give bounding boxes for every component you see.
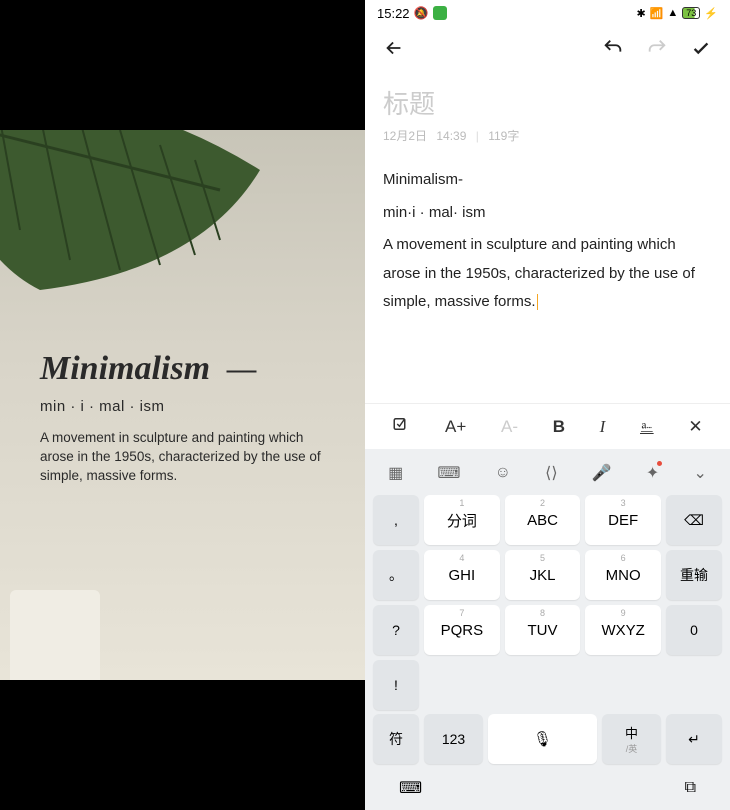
undo-button[interactable] — [602, 37, 624, 64]
photo-title: Minimalism — [40, 350, 210, 388]
system-nav: ⌨ ⧉ — [371, 768, 724, 808]
reference-photo-panel: Minimalism — min · i · mal · ism A movem… — [0, 0, 365, 810]
key-4[interactable]: 4GHI — [424, 550, 500, 600]
font-decrease-button[interactable]: A- — [501, 417, 518, 437]
key-period[interactable]: 。 — [373, 550, 419, 600]
keyboard: ▦ ⌨ ☺ ⟨⟩ 🎤 ✦ ⌄ , 1分词 2ABC 3DEF ⌫ 。 4GHI … — [365, 449, 730, 810]
key-9[interactable]: 9WXYZ — [585, 605, 661, 655]
charging-icon: ⚡ — [704, 7, 718, 20]
key-backspace[interactable]: ⌫ — [666, 495, 722, 545]
font-increase-button[interactable]: A+ — [445, 417, 466, 437]
text-cursor — [537, 294, 539, 310]
kb-keyboard-icon[interactable]: ⌨ — [437, 463, 460, 483]
bold-button[interactable]: B — [553, 417, 565, 437]
body-line: A movement in sculpture and painting whi… — [383, 231, 712, 317]
key-6[interactable]: 6MNO — [585, 550, 661, 600]
bluetooth-icon: ✱ — [636, 7, 645, 20]
key-comma[interactable]: , — [373, 495, 419, 545]
note-meta: 12月2日 14:39 | 119字 — [383, 127, 712, 144]
kb-collapse-icon[interactable]: ⌄ — [693, 463, 706, 483]
wifi-icon: ▲ — [667, 7, 678, 19]
photo-definition: A movement in sculpture and painting whi… — [40, 429, 335, 486]
key-symbols[interactable]: 符 — [373, 714, 419, 764]
close-toolbar-button[interactable]: ✕ — [688, 417, 702, 437]
italic-button[interactable]: I — [600, 417, 606, 437]
key-exclaim[interactable]: ! — [373, 660, 419, 710]
body-line: Minimalism- — [383, 166, 712, 195]
kb-mic-icon[interactable]: 🎤 — [592, 463, 612, 483]
key-space[interactable]: 🎙 — [488, 714, 597, 764]
top-bar — [365, 26, 730, 74]
note-body[interactable]: Minimalism- min·i · mal· ism A movement … — [365, 150, 730, 403]
key-2[interactable]: 2ABC — [505, 495, 581, 545]
mic-small-icon: 🎙 — [533, 730, 552, 748]
leaf-graphic — [0, 130, 280, 330]
mute-icon: 🔕 — [414, 6, 429, 20]
photo: Minimalism — min · i · mal · ism A movem… — [0, 130, 365, 680]
ime-switch-icon[interactable]: ⌨ — [399, 778, 422, 798]
app-badge-icon — [433, 6, 447, 20]
status-bar: 15:22 🔕 ✱ 📶 ▲ 73 ⚡ — [365, 0, 730, 26]
key-3[interactable]: 3DEF — [585, 495, 661, 545]
key-1[interactable]: 1分词 — [424, 495, 500, 545]
key-language[interactable]: 中/英 — [602, 714, 661, 764]
battery-indicator: 73 — [682, 7, 700, 19]
redo-button[interactable] — [646, 37, 668, 64]
note-app: 15:22 🔕 ✱ 📶 ▲ 73 ⚡ 标题 — [365, 0, 730, 810]
meta-time: 14:39 — [436, 129, 466, 143]
kb-emoji-icon[interactable]: ☺ — [495, 464, 511, 482]
photo-pronunciation: min · i · mal · ism — [40, 398, 335, 415]
key-enter[interactable]: ↵ — [666, 714, 722, 764]
format-toolbar: A+ A- B I ⎁ ✕ — [365, 403, 730, 449]
body-line: min·i · mal· ism — [383, 199, 712, 228]
signal-icon: 📶 — [650, 7, 664, 20]
key-zero[interactable]: 0 — [666, 605, 722, 655]
key-retype[interactable]: 重输 — [666, 550, 722, 600]
meta-chars: 119字 — [488, 129, 519, 143]
meta-date: 12月2日 — [383, 129, 427, 143]
copy-icon[interactable]: ⧉ — [685, 779, 696, 797]
key-numbers[interactable]: 123 — [424, 714, 483, 764]
key-7[interactable]: 7PQRS — [424, 605, 500, 655]
back-button[interactable] — [383, 37, 405, 64]
keyboard-toolbar: ▦ ⌨ ☺ ⟨⟩ 🎤 ✦ ⌄ — [371, 455, 724, 491]
kb-apps-icon[interactable]: ▦ — [388, 463, 403, 483]
title-input[interactable]: 标题 — [383, 84, 712, 121]
key-5[interactable]: 5JKL — [505, 550, 581, 600]
confirm-button[interactable] — [690, 37, 712, 64]
checklist-button[interactable] — [392, 415, 410, 438]
kb-sticker-icon[interactable]: ✦ — [646, 463, 659, 483]
dash: — — [227, 353, 257, 386]
kb-code-icon[interactable]: ⟨⟩ — [545, 463, 557, 483]
cup-graphic — [10, 590, 100, 680]
key-question[interactable]: ? — [373, 605, 419, 655]
underline-button[interactable]: ⎁ — [640, 417, 654, 437]
key-8[interactable]: 8TUV — [505, 605, 581, 655]
clock: 15:22 — [377, 6, 410, 21]
